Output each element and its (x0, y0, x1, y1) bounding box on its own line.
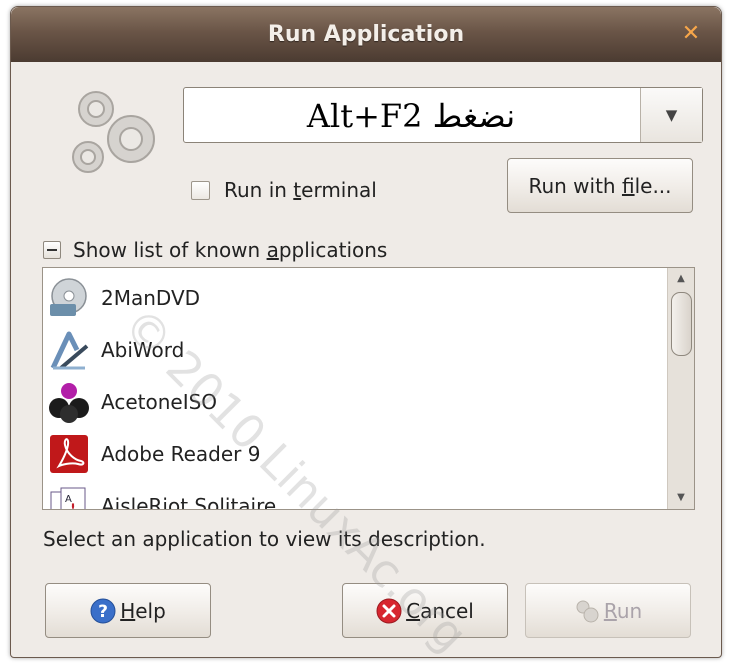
run-in-terminal-label: Run in terminal (224, 178, 377, 202)
run-label: Run (603, 598, 643, 623)
run-application-dialog: Run Application ✕ ▼ Run in terminal Run … (10, 6, 722, 658)
chevron-down-icon: ▼ (665, 106, 678, 124)
acetoneiso-icon (49, 383, 89, 423)
close-icon[interactable]: ✕ (681, 23, 701, 45)
dvd-disc-icon (50, 278, 87, 316)
gears-icon (72, 91, 155, 173)
run-in-terminal-checkbox[interactable] (191, 180, 210, 200)
cancel-label: Cancel (406, 598, 474, 623)
description-text: Select an application to view its descri… (43, 527, 486, 551)
list-item[interactable]: 2ManDVD (43, 274, 663, 322)
known-applications-expander[interactable]: Show list of known applications (43, 235, 387, 265)
svg-text:?: ? (98, 602, 108, 622)
adobe-reader-icon (50, 435, 88, 473)
app-name: AisleRiot Solitaire (101, 494, 277, 510)
help-icon: ? (90, 598, 116, 623)
scroll-thumb[interactable] (671, 292, 692, 356)
cancel-icon (376, 598, 402, 623)
list-item[interactable]: A AisleRiot Solitaire (43, 482, 663, 510)
help-button[interactable]: ? Help (45, 583, 211, 638)
abiword-icon (50, 331, 89, 370)
app-name: AbiWord (101, 338, 185, 362)
run-button[interactable]: Run (525, 583, 691, 638)
run-with-file-label: Run with file... (528, 173, 672, 198)
run-with-file-button[interactable]: Run with file... (507, 158, 693, 213)
expander-label: Show list of known applications (73, 238, 388, 262)
scroll-down-icon[interactable]: ▼ (668, 487, 694, 509)
command-combobox[interactable]: ▼ (183, 87, 703, 144)
command-input[interactable] (184, 88, 638, 144)
run-gears-icon (576, 600, 599, 622)
application-list[interactable]: 2ManDVD AbiWord AcetoneISO Adobe Reader … (42, 267, 695, 510)
list-scrollbar[interactable]: ▲ ▼ (667, 268, 694, 509)
solitaire-cards-icon: A (50, 487, 86, 509)
cancel-button[interactable]: Cancel (342, 583, 508, 638)
list-item[interactable]: AcetoneISO (43, 378, 663, 426)
svg-text:A: A (65, 494, 72, 505)
scroll-up-icon[interactable]: ▲ (668, 268, 694, 290)
help-label: Help (120, 598, 166, 623)
list-item[interactable]: AbiWord (43, 326, 663, 374)
app-name: Adobe Reader 9 (101, 442, 261, 466)
expander-toggle-icon[interactable] (43, 241, 61, 259)
app-name: AcetoneISO (101, 390, 218, 414)
run-in-terminal-option[interactable]: Run in terminal (191, 175, 377, 205)
app-name: 2ManDVD (101, 286, 201, 310)
window-title: Run Application (267, 22, 465, 47)
list-item[interactable]: Adobe Reader 9 (43, 430, 663, 478)
combobox-dropdown-button[interactable]: ▼ (640, 88, 702, 142)
